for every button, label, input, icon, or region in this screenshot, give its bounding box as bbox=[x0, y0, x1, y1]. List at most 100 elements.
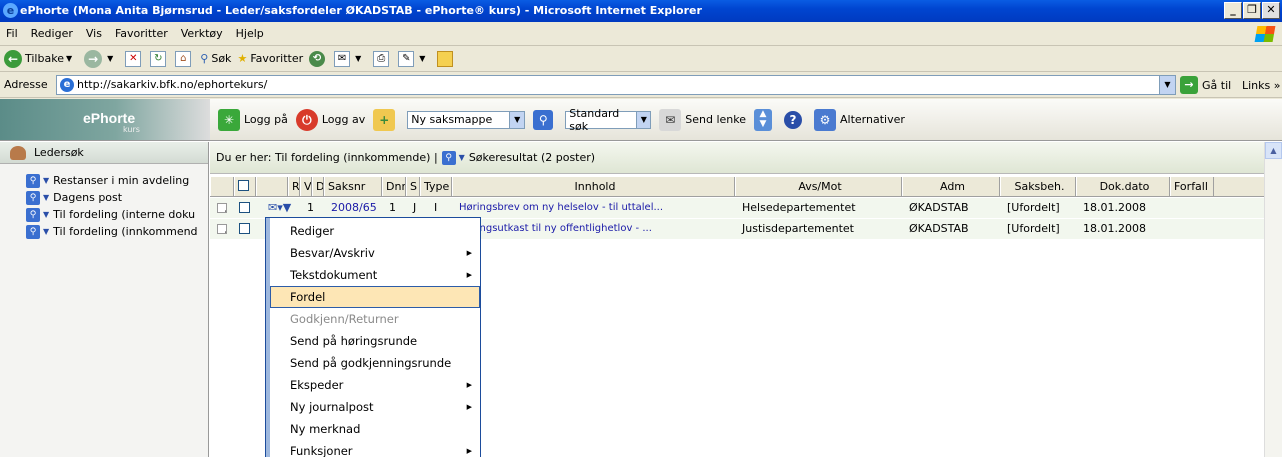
logout-button[interactable]: ⏻ Logg av bbox=[295, 108, 365, 131]
cell-type: I bbox=[434, 201, 438, 214]
chevron-down-icon[interactable]: ▼ bbox=[459, 153, 465, 162]
search-type-select[interactable]: Standard søk ▼ bbox=[565, 107, 652, 133]
row-menu-icon[interactable]: ✉▾▼ bbox=[256, 198, 292, 218]
menu-item-fordel[interactable]: Fordel bbox=[270, 286, 480, 308]
col-avs-mot[interactable]: Avs/Mot bbox=[735, 177, 902, 196]
ie-page-icon: e bbox=[60, 78, 74, 92]
chevron-down-icon: ▼ bbox=[636, 111, 651, 128]
forward-arrow-icon: → bbox=[84, 49, 103, 68]
submenu-arrow-icon: ▶ bbox=[466, 381, 472, 389]
select-all-checkbox[interactable] bbox=[238, 180, 249, 191]
col-type[interactable]: Type bbox=[420, 177, 452, 196]
forward-button[interactable]: → ▼ bbox=[84, 49, 119, 68]
scroll-toggle-button[interactable]: ▲ ▼ bbox=[754, 108, 776, 131]
col-dnr[interactable]: Dnr bbox=[382, 177, 406, 196]
row-checkbox[interactable] bbox=[239, 223, 250, 234]
menu-item-funksjoner[interactable]: Funksjoner ▶ bbox=[270, 440, 480, 457]
history-button[interactable]: ⟲ bbox=[309, 50, 328, 67]
menu-fil[interactable]: Fil bbox=[6, 27, 18, 40]
menu-item-label: Godkjenn/Returner bbox=[290, 312, 399, 326]
search-item-restanser[interactable]: ⚲ ▼ Restanser i min avdeling bbox=[0, 172, 208, 189]
minimize-button[interactable]: _ bbox=[1224, 2, 1242, 19]
search-button-app[interactable]: ⚲ bbox=[533, 109, 557, 130]
search-button[interactable]: ⚲ Søk bbox=[200, 52, 231, 65]
home-icon: ⌂ bbox=[175, 50, 192, 67]
col-d[interactable]: D bbox=[312, 177, 324, 196]
expand-icon[interactable]: + bbox=[217, 203, 227, 213]
col-dok-dato[interactable]: Dok.dato bbox=[1076, 177, 1170, 196]
options-icon: ⚙ bbox=[814, 108, 836, 131]
back-button[interactable]: ← Tilbake ▼ bbox=[4, 49, 78, 68]
cell-saksnr[interactable]: 2008/65 bbox=[328, 198, 386, 218]
col-adm[interactable]: Adm bbox=[902, 177, 1000, 196]
menu-item-send-godkjenningsrunde[interactable]: Send på godkjenningsrunde bbox=[270, 352, 480, 374]
col-innhold[interactable]: Innhold bbox=[452, 177, 735, 196]
stop-button[interactable]: ✕ bbox=[125, 50, 144, 67]
back-arrow-icon: ← bbox=[4, 49, 22, 68]
chevron-down-icon: ▼ bbox=[65, 54, 73, 63]
menu-item-send-horingsrunde[interactable]: Send på høringsrunde bbox=[270, 330, 480, 352]
print-icon: ⎙ bbox=[373, 50, 390, 67]
submenu-arrow-icon: ▶ bbox=[466, 249, 472, 257]
table-row[interactable]: + ✉▾▼ 1 2008/65 1 J I Høringsbrev om ny … bbox=[210, 198, 1264, 218]
menu-item-godkjenn-returner[interactable]: Godkjenn/Returner bbox=[270, 308, 480, 330]
left-panel-header: Ledersøk bbox=[0, 142, 208, 164]
search-icon[interactable]: ⚲ bbox=[441, 150, 456, 165]
home-button[interactable]: ⌂ bbox=[175, 50, 194, 67]
cell-innhold[interactable]: Høringsbrev om ny helselov - til uttalel… bbox=[456, 198, 739, 218]
col-s[interactable]: S bbox=[406, 177, 420, 196]
edit-button[interactable]: ✎ ▼ bbox=[398, 50, 431, 67]
menu-item-ny-merknad[interactable]: Ny merknad bbox=[270, 418, 480, 440]
menu-item-besvar-avskriv[interactable]: Besvar/Avskriv ▶ bbox=[270, 242, 480, 264]
menu-item-label: Funksjoner bbox=[290, 444, 353, 457]
scroll-up-icon[interactable]: ▲ bbox=[1265, 142, 1282, 159]
col-v[interactable]: V bbox=[300, 177, 312, 196]
col-expand bbox=[210, 177, 234, 196]
login-button[interactable]: ✳ Logg på bbox=[218, 108, 288, 131]
search-item-dagens-post[interactable]: ⚲ ▼ Dagens post bbox=[0, 189, 208, 206]
stop-icon: ✕ bbox=[125, 50, 142, 67]
col-forfall[interactable]: Forfall bbox=[1170, 177, 1214, 196]
cell-innhold[interactable]: Høringsutkast til ny offentlighetlov - .… bbox=[456, 219, 739, 239]
col-saksnr[interactable]: Saksnr bbox=[324, 177, 382, 196]
go-button[interactable]: → Gå til bbox=[1180, 76, 1231, 94]
submenu-arrow-icon: ▶ bbox=[466, 403, 472, 411]
cell-dnr: 1 bbox=[389, 201, 396, 214]
menu-item-ekspeder[interactable]: Ekspeder ▶ bbox=[270, 374, 480, 396]
favorites-button[interactable]: ★ Favoritter bbox=[237, 52, 303, 65]
col-r[interactable]: R bbox=[288, 177, 300, 196]
menu-item-tekstdokument[interactable]: Tekstdokument ▶ bbox=[270, 264, 480, 286]
menu-vis[interactable]: Vis bbox=[86, 27, 102, 40]
menu-item-rediger[interactable]: Rediger bbox=[270, 220, 480, 242]
new-folder-value: Ny saksmappe bbox=[411, 113, 493, 126]
links-button[interactable]: Links » bbox=[1242, 79, 1281, 92]
send-link-button[interactable]: ✉ Send lenke bbox=[659, 108, 746, 131]
col-saksbeh[interactable]: Saksbeh. bbox=[1000, 177, 1076, 196]
menu-item-ny-journalpost[interactable]: Ny journalpost ▶ bbox=[270, 396, 480, 418]
expand-icon[interactable]: + bbox=[217, 224, 227, 234]
help-icon: ? bbox=[784, 110, 802, 129]
col-select[interactable] bbox=[234, 177, 256, 196]
new-folder-select[interactable]: Ny saksmappe ▼ bbox=[407, 110, 526, 129]
row-checkbox[interactable] bbox=[239, 202, 250, 213]
search-item-til-fordeling-innkommende[interactable]: ⚲ ▼ Til fordeling (innkommend bbox=[0, 223, 208, 240]
menu-hjelp[interactable]: Hjelp bbox=[236, 27, 264, 40]
new-folder-button[interactable]: + bbox=[373, 108, 399, 131]
menu-rediger[interactable]: Rediger bbox=[31, 27, 73, 40]
help-button[interactable]: ? bbox=[784, 110, 806, 129]
menu-verktoy[interactable]: Verktøy bbox=[181, 27, 223, 40]
mail-button[interactable]: ✉ ▼ bbox=[334, 50, 367, 67]
folder-button[interactable] bbox=[437, 50, 456, 67]
address-input[interactable]: e http://sakarkiv.bfk.no/ephortekurs/ ▼ bbox=[56, 75, 1176, 95]
vertical-scrollbar[interactable]: ▲ bbox=[1264, 142, 1282, 457]
menu-favoritter[interactable]: Favoritter bbox=[115, 27, 168, 40]
search-item-til-fordeling-interne[interactable]: ⚲ ▼ Til fordeling (interne doku bbox=[0, 206, 208, 223]
cell-adm: ØKADSTAB bbox=[909, 222, 969, 235]
menu-item-label: Send på høringsrunde bbox=[290, 334, 418, 348]
options-button[interactable]: ⚙ Alternativer bbox=[814, 108, 905, 131]
print-button[interactable]: ⎙ bbox=[373, 50, 392, 67]
maximize-button[interactable]: ❐ bbox=[1243, 2, 1261, 19]
refresh-button[interactable]: ↻ bbox=[150, 50, 169, 67]
address-dropdown-icon[interactable]: ▼ bbox=[1159, 76, 1175, 94]
close-button[interactable]: ✕ bbox=[1262, 2, 1280, 19]
